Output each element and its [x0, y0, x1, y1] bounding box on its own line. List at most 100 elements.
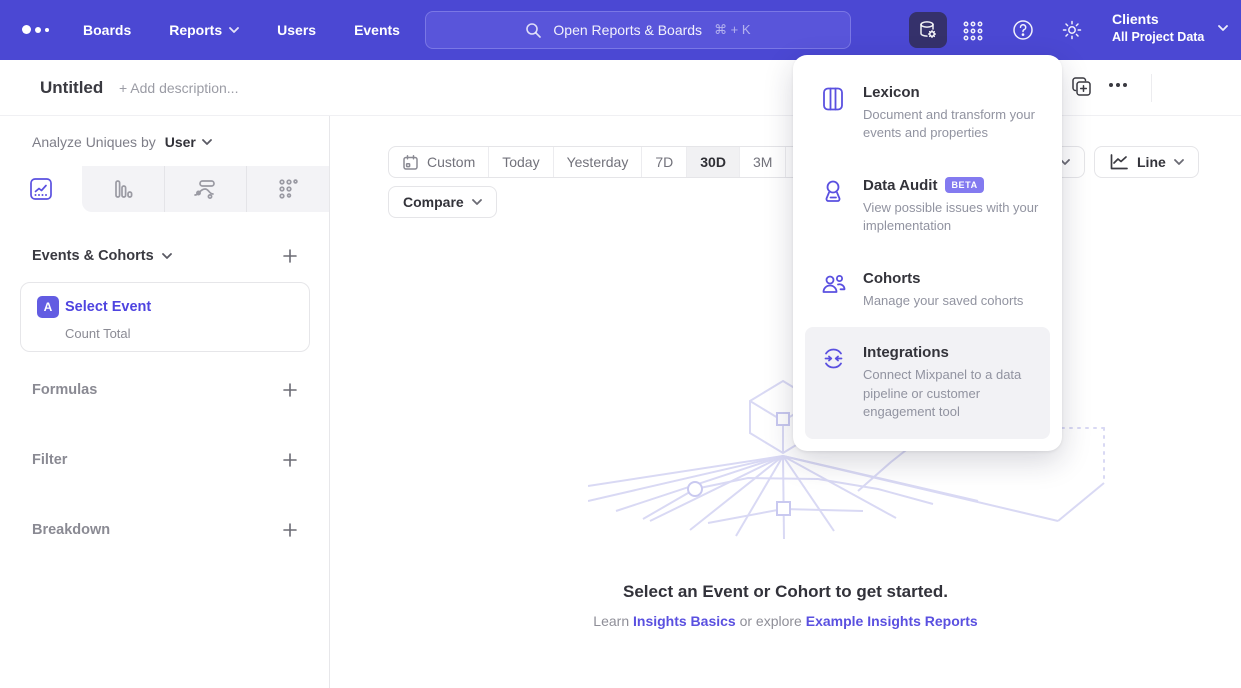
tab-insights-line[interactable] — [0, 166, 82, 212]
date-range-3m[interactable]: 3M — [739, 147, 785, 177]
integrations-description: Connect Mixpanel to a data pipeline or c… — [863, 366, 1042, 421]
example-reports-link[interactable]: Example Insights Reports — [806, 613, 978, 629]
empty-state-links: Learn Insights Basics or explore Example… — [330, 613, 1241, 629]
events-cohorts-text: Events & Cohorts — [32, 248, 154, 264]
plus-icon — [282, 382, 298, 398]
lexicon-title: Lexicon — [863, 84, 920, 101]
bar-chart-tab-icon — [111, 177, 135, 201]
formulas-label: Formulas — [32, 382, 97, 398]
add-filter-button[interactable] — [281, 451, 299, 469]
help-icon — [1011, 18, 1035, 42]
metrics-tab-icon — [276, 177, 300, 201]
learn-prefix: Learn — [593, 613, 633, 629]
breakdown-section: Breakdown — [32, 521, 299, 539]
chevron-down-icon — [472, 199, 482, 205]
nav-users-label: Users — [277, 22, 316, 38]
tab-metrics[interactable] — [246, 166, 329, 212]
chevron-down-icon — [1218, 25, 1228, 31]
nav-reports[interactable]: Reports — [169, 22, 239, 38]
formulas-section: Formulas — [32, 381, 299, 399]
org-name: Clients — [1112, 10, 1204, 29]
add-breakdown-button[interactable] — [281, 521, 299, 539]
chevron-down-icon — [162, 253, 172, 259]
report-title[interactable]: Untitled — [40, 60, 103, 116]
compare-label: Compare — [403, 194, 464, 210]
analyze-by-value: User — [165, 134, 196, 150]
report-description-input[interactable]: + Add description... — [119, 60, 238, 116]
project-switcher[interactable]: Clients All Project Data — [1112, 10, 1228, 46]
line-chart-icon — [1109, 153, 1129, 171]
select-event-button[interactable]: Select Event — [65, 299, 151, 315]
date-range-yesterday[interactable]: Yesterday — [553, 147, 642, 177]
duplicate-icon — [1071, 76, 1092, 97]
data-management-button[interactable] — [909, 12, 947, 48]
compare-dropdown[interactable]: Compare — [388, 186, 497, 218]
insights-basics-link[interactable]: Insights Basics — [633, 613, 736, 629]
nav-boards-label: Boards — [83, 22, 131, 38]
more-options-button[interactable] — [1109, 83, 1127, 87]
calendar-icon — [402, 154, 419, 171]
chart-type-dropdown[interactable]: Line — [1094, 146, 1199, 178]
project-name: All Project Data — [1112, 29, 1204, 46]
database-gear-icon — [917, 19, 939, 41]
empty-state-title: Select an Event or Cohort to get started… — [330, 582, 1241, 602]
events-cohorts-label[interactable]: Events & Cohorts — [32, 248, 172, 264]
nav-reports-label: Reports — [169, 22, 222, 38]
help-button[interactable] — [1011, 18, 1035, 42]
date-range-3m-label: 3M — [753, 154, 772, 170]
lexicon-icon — [821, 84, 847, 143]
plus-icon — [282, 248, 298, 264]
lexicon-description: Document and transform your events and p… — [863, 106, 1042, 143]
add-event-button[interactable] — [281, 247, 299, 265]
count-total-selector[interactable]: Count Total — [65, 326, 131, 341]
date-range-custom[interactable]: Custom — [389, 147, 488, 177]
menu-item-lexicon[interactable]: Lexicon Document and transform your even… — [805, 67, 1050, 160]
mixpanel-logo-icon[interactable] — [22, 25, 49, 34]
grid-dots-icon — [962, 20, 984, 42]
plus-icon — [282, 452, 298, 468]
date-range-30d-selected[interactable]: 30D — [686, 147, 739, 177]
nav-events[interactable]: Events — [354, 22, 400, 38]
search-shortcut: ⌘ + K — [714, 22, 751, 38]
cohorts-title: Cohorts — [863, 270, 921, 287]
menu-item-cohorts[interactable]: Cohorts Manage your saved cohorts — [805, 253, 1050, 327]
analyze-by-label: Analyze Uniques by — [32, 134, 156, 150]
chevron-down-icon — [1174, 159, 1184, 165]
menu-item-integrations[interactable]: Integrations Connect Mixpanel to a data … — [805, 327, 1050, 438]
duplicate-report-button[interactable] — [1071, 76, 1092, 97]
report-canvas: Custom Today Yesterday 7D 30D 3M 6M Comp… — [330, 116, 1241, 688]
add-formula-button[interactable] — [281, 381, 299, 399]
date-range-7d[interactable]: 7D — [641, 147, 686, 177]
primary-nav: Boards Reports Users Events — [83, 0, 400, 60]
data-audit-title: Data Audit — [863, 177, 937, 194]
visualization-tabs — [0, 166, 329, 212]
date-range-today[interactable]: Today — [488, 147, 552, 177]
cohorts-description: Manage your saved cohorts — [863, 292, 1023, 310]
top-nav: Boards Reports Users Events Open Reports… — [0, 0, 1241, 60]
app-window: Boards Reports Users Events Open Reports… — [0, 0, 1241, 688]
menu-item-data-audit[interactable]: Data Audit BETA View possible issues wit… — [805, 160, 1050, 253]
data-management-menu: Lexicon Document and transform your even… — [793, 55, 1062, 451]
nav-events-label: Events — [354, 22, 400, 38]
global-search-input[interactable]: Open Reports & Boards ⌘ + K — [425, 11, 851, 49]
tab-flow[interactable] — [164, 166, 247, 212]
breakdown-label: Breakdown — [32, 522, 110, 538]
event-series-badge: A — [37, 296, 59, 318]
cohorts-icon — [821, 270, 847, 310]
nav-boards[interactable]: Boards — [83, 22, 131, 38]
date-range-today-label: Today — [502, 154, 539, 170]
flow-tab-icon — [192, 177, 218, 201]
chevron-down-icon — [229, 27, 239, 33]
apps-grid-button[interactable] — [962, 20, 984, 42]
settings-button[interactable] — [1060, 18, 1084, 42]
data-audit-icon — [821, 177, 847, 236]
tab-bar-chart[interactable] — [82, 166, 164, 212]
search-icon — [525, 22, 541, 38]
nav-users[interactable]: Users — [277, 22, 316, 38]
filter-label: Filter — [32, 452, 67, 468]
date-range-yesterday-label: Yesterday — [567, 154, 629, 170]
event-row-card[interactable]: A Select Event Count Total — [20, 282, 310, 352]
line-chart-tab-icon — [29, 177, 53, 201]
explore-middle: or explore — [736, 613, 806, 629]
analyze-by-selector[interactable]: User — [165, 134, 212, 150]
